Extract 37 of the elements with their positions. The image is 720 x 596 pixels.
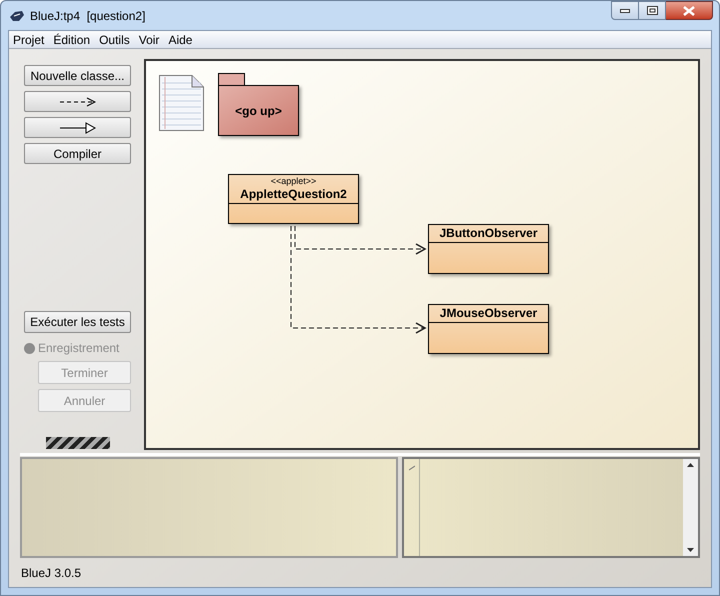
class-name: JButtonObserver — [439, 226, 538, 241]
dashed-arrow-icon — [60, 96, 96, 106]
close-button[interactable] — [666, 1, 713, 20]
class-box[interactable]: JMouseObserver — [428, 304, 549, 354]
minimize-icon — [620, 8, 630, 12]
machine-activity-icon — [46, 437, 110, 449]
class-name: JMouseObserver — [440, 306, 538, 321]
class-name: AppletteQuestion2 — [240, 187, 347, 202]
menu-item[interactable]: Aide — [168, 30, 192, 48]
run-tests-button[interactable]: Exécuter les tests — [24, 311, 131, 333]
scroll-up-icon[interactable] — [687, 463, 694, 467]
status-text: BlueJ 3.0.5 — [21, 564, 82, 582]
hollow-arrow-icon — [60, 122, 96, 134]
prompt-icon — [408, 465, 414, 471]
toolbar-button[interactable]: Nouvelle classe... — [24, 65, 131, 86]
dependency-arrow-button[interactable] — [24, 91, 131, 112]
dependency-arrow[interactable] — [294, 226, 427, 255]
minimize-button[interactable] — [611, 1, 639, 20]
recording-label: Enregistrement — [38, 340, 120, 357]
scrollbar[interactable] — [683, 459, 698, 556]
toolbar-button[interactable]: Compiler — [24, 143, 131, 164]
text-document-icon[interactable] — [159, 75, 204, 131]
inheritance-arrow-button[interactable] — [24, 117, 131, 138]
class-box[interactable]: <<applet>> AppletteQuestion2 — [228, 174, 359, 224]
menu-item[interactable]: Édition — [53, 30, 90, 48]
package-label: <go up> — [235, 102, 282, 120]
maximize-icon — [646, 6, 658, 15]
maximize-button[interactable] — [639, 1, 666, 20]
menu-item[interactable]: Outils — [99, 30, 130, 48]
class-stereotype: <<applet>> — [270, 176, 316, 187]
window-title: BlueJ:tp4 [question2] — [30, 8, 146, 24]
menu-item[interactable]: Voir — [138, 30, 160, 48]
scroll-down-icon[interactable] — [687, 548, 694, 552]
close-icon — [683, 6, 695, 16]
class-box[interactable]: JButtonObserver — [428, 224, 549, 274]
app-logo-icon — [9, 8, 25, 22]
menu-item[interactable]: Projet — [13, 30, 44, 48]
